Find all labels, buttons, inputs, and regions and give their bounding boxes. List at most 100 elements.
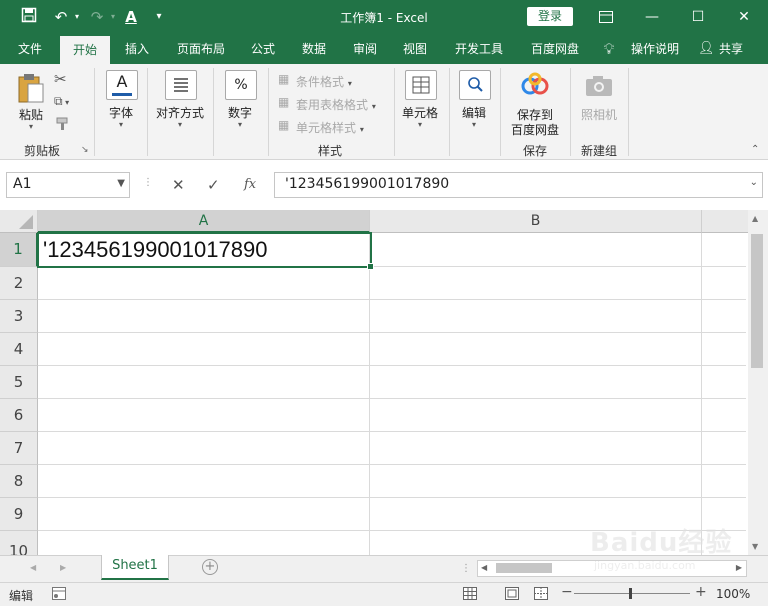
row-header-2[interactable]: 2 — [0, 267, 38, 300]
number-dropdown-icon[interactable]: ▾ — [220, 120, 260, 129]
row-header-8[interactable]: 8 — [0, 465, 38, 498]
tab-data[interactable]: 数据 — [292, 34, 336, 64]
zoom-in-icon[interactable]: + — [695, 584, 707, 600]
tab-insert[interactable]: 插入 — [114, 34, 160, 64]
tab-developer[interactable]: 开发工具 — [446, 34, 512, 64]
row-header-9[interactable]: 9 — [0, 498, 38, 531]
copy-icon[interactable]: ⧉ ▾ — [54, 94, 69, 109]
alignment-dropdown-icon[interactable]: ▾ — [152, 120, 208, 129]
gridline — [38, 431, 746, 432]
insert-function-icon[interactable]: fx — [244, 177, 256, 192]
person-icon[interactable]: 👤︎ — [698, 34, 715, 64]
row-header-7[interactable]: 7 — [0, 432, 38, 465]
ribbon-divider — [213, 68, 214, 156]
format-painter-icon[interactable] — [56, 117, 70, 134]
cells-button[interactable]: 单元格 — [398, 104, 442, 121]
tab-page-layout[interactable]: 页面布局 — [168, 34, 234, 64]
cell-a1[interactable]: '123456199001017890 — [37, 232, 374, 270]
column-header-c-partial[interactable] — [702, 210, 748, 233]
gridline — [38, 299, 746, 300]
cell-style-dropdown-icon: ▾ — [359, 125, 364, 134]
row-header-4[interactable]: 4 — [0, 333, 38, 366]
horizontal-scrollbar[interactable]: ◀ ▶ — [477, 560, 747, 577]
collapse-ribbon-icon[interactable]: ⌃ — [751, 144, 759, 155]
login-button[interactable]: 登录 — [527, 7, 573, 26]
row-header-5[interactable]: 5 — [0, 366, 38, 399]
zoom-slider-thumb[interactable] — [629, 588, 632, 599]
font-icon[interactable]: A — [106, 70, 138, 100]
name-box-dropdown-icon[interactable]: ▼ — [117, 178, 125, 189]
font-button[interactable]: 字体 — [100, 104, 142, 121]
row-header-6[interactable]: 6 — [0, 399, 38, 432]
column-header-b[interactable]: B — [370, 210, 702, 233]
scroll-up-icon[interactable]: ▲ — [752, 214, 758, 223]
horizontal-scroll-thumb[interactable] — [496, 563, 552, 573]
add-sheet-icon[interactable]: + — [202, 559, 218, 575]
tab-home[interactable]: 开始 — [60, 36, 110, 64]
confirm-entry-icon[interactable]: ✓ — [207, 176, 220, 194]
tell-me-search[interactable]: 操作说明 — [624, 34, 686, 64]
alignment-button[interactable]: 对齐方式 — [152, 104, 208, 121]
select-all-corner[interactable] — [0, 210, 38, 233]
gridline — [38, 365, 746, 366]
fill-handle[interactable] — [367, 263, 374, 270]
tab-review[interactable]: 审阅 — [344, 34, 386, 64]
font-dropdown-icon[interactable]: ▾ — [100, 120, 142, 129]
baidu-netdisk-icon[interactable] — [520, 72, 550, 101]
scroll-left-icon[interactable]: ◀ — [481, 563, 487, 572]
cells-dropdown-icon[interactable]: ▾ — [398, 120, 442, 129]
tab-file[interactable]: 文件 — [6, 34, 54, 64]
row-header-1[interactable]: 1 — [0, 233, 38, 267]
scroll-right-icon[interactable]: ▶ — [736, 563, 742, 572]
vertical-scrollbar[interactable]: ▲ ▼ — [748, 210, 768, 555]
edit-button[interactable]: 编辑 — [454, 104, 494, 121]
gridline — [38, 398, 746, 399]
formula-input[interactable]: '123456199001017890 ⌄ — [274, 172, 763, 198]
tab-formulas[interactable]: 公式 — [242, 34, 284, 64]
share-button[interactable]: 共享 — [716, 34, 746, 64]
tab-baidu-netdisk[interactable]: 百度网盘 — [522, 34, 588, 64]
save-to-netdisk-line2[interactable]: 百度网盘 — [506, 121, 564, 138]
clipboard-launcher-icon[interactable]: ↘ — [81, 145, 89, 155]
minimize-button[interactable]: — — [629, 0, 675, 34]
number-format-icon[interactable]: % — [225, 70, 257, 100]
paste-button[interactable]: 粘贴 — [14, 106, 48, 123]
maximize-button[interactable]: ☐ — [675, 0, 721, 34]
cut-icon[interactable]: ✂ — [54, 70, 67, 88]
sheet-tab-sheet1[interactable]: Sheet1 — [101, 555, 169, 580]
expand-formula-icon[interactable]: ⌄ — [750, 177, 758, 188]
edit-dropdown-icon[interactable]: ▾ — [454, 120, 494, 129]
page-layout-view-icon[interactable] — [505, 587, 519, 603]
sheet-tab-bar: ◀ ▶ Sheet1 + ⋮ ◀ ▶ — [0, 555, 768, 583]
alignment-icon[interactable] — [165, 70, 197, 100]
edit-search-icon[interactable] — [459, 70, 491, 100]
page-break-view-icon[interactable] — [534, 587, 548, 603]
macro-record-icon[interactable] — [52, 587, 66, 603]
column-header-a[interactable]: A — [38, 210, 370, 233]
number-button[interactable]: 数字 — [220, 104, 260, 121]
row-header-3[interactable]: 3 — [0, 300, 38, 333]
cell-style-icon: ▦ — [278, 118, 290, 132]
tab-view[interactable]: 视图 — [394, 34, 436, 64]
prev-sheet-icon[interactable]: ◀ — [30, 563, 36, 572]
scroll-down-icon[interactable]: ▼ — [752, 542, 758, 551]
paste-icon[interactable] — [16, 72, 46, 104]
cell-style-button: 单元格样式 ▾ — [296, 119, 364, 136]
vertical-scroll-thumb[interactable] — [751, 234, 763, 368]
ribbon-display-options-icon[interactable] — [583, 0, 629, 34]
lightbulb-icon[interactable]: 💡︎ — [600, 34, 618, 64]
row-header-10[interactable]: 10 — [0, 531, 38, 555]
cancel-entry-icon[interactable]: ✕ — [172, 176, 185, 194]
normal-view-icon[interactable] — [463, 587, 477, 603]
zoom-slider[interactable] — [574, 593, 690, 594]
tab-split-grip-icon[interactable]: ⋮ — [461, 563, 471, 574]
gridline — [38, 530, 746, 531]
cells-icon[interactable] — [405, 70, 437, 100]
close-button[interactable]: ✕ — [721, 0, 767, 34]
paste-dropdown-icon[interactable]: ▾ — [14, 122, 48, 131]
ribbon-divider — [268, 68, 269, 156]
name-box[interactable]: A1 ▼ — [6, 172, 130, 198]
zoom-out-icon[interactable]: − — [561, 584, 573, 600]
next-sheet-icon[interactable]: ▶ — [60, 563, 66, 572]
zoom-level[interactable]: 100% — [716, 587, 750, 601]
